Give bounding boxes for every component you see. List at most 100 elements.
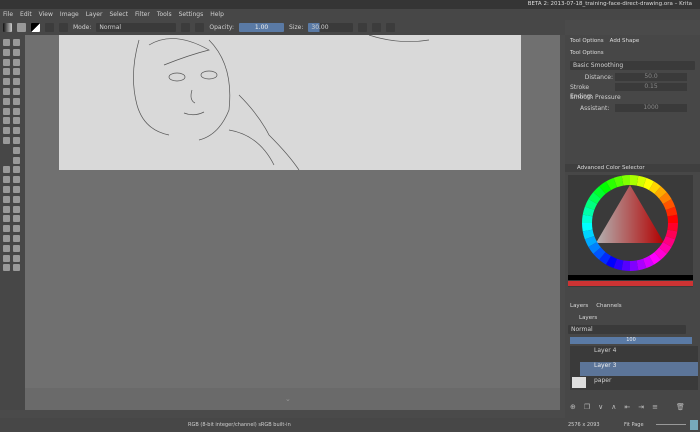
- tool-icon[interactable]: [13, 137, 20, 144]
- canvas-only-icon[interactable]: [690, 420, 698, 430]
- tool-icon[interactable]: [3, 108, 10, 115]
- smooth-pressure-checkbox[interactable]: Smooth Pressure: [570, 93, 695, 102]
- hue-segment[interactable]: [602, 186, 608, 190]
- tool-icon[interactable]: [13, 206, 20, 213]
- hue-segment[interactable]: [623, 265, 630, 266]
- horizontal-scrollbar[interactable]: ⌄: [25, 388, 560, 410]
- tool-icon[interactable]: [3, 117, 10, 124]
- tool-icon[interactable]: [13, 98, 20, 105]
- tool-icon[interactable]: [13, 147, 20, 154]
- hue-segment[interactable]: [602, 256, 608, 260]
- menu-help[interactable]: Help: [210, 9, 224, 20]
- tool-icon[interactable]: [13, 88, 20, 95]
- tool-icon[interactable]: [3, 127, 10, 134]
- hue-segment[interactable]: [645, 260, 652, 263]
- tool-icon[interactable]: [3, 39, 10, 46]
- hue-segment[interactable]: [597, 190, 602, 195]
- zoom-mode-select[interactable]: Fit Page: [624, 418, 644, 432]
- tool-icon[interactable]: [13, 255, 20, 262]
- hue-segment[interactable]: [652, 256, 658, 260]
- tool-icon[interactable]: [13, 245, 20, 252]
- hue-segment[interactable]: [630, 265, 637, 266]
- hue-segment[interactable]: [588, 230, 590, 237]
- tool-icon[interactable]: [13, 264, 20, 271]
- hue-segment[interactable]: [588, 208, 590, 215]
- tool-icon[interactable]: [13, 186, 20, 193]
- tool-icon[interactable]: [13, 78, 20, 85]
- hue-segment[interactable]: [658, 251, 663, 256]
- tool-icon[interactable]: [3, 49, 10, 56]
- hue-segment[interactable]: [593, 195, 597, 201]
- mirror-horizontal-icon[interactable]: [358, 23, 367, 32]
- hue-segment[interactable]: [670, 208, 672, 215]
- tool-icon[interactable]: [13, 49, 20, 56]
- hue-segment[interactable]: [597, 251, 602, 256]
- tool-icon[interactable]: [13, 225, 20, 232]
- menu-file[interactable]: File: [3, 9, 13, 20]
- layer-opacity-slider[interactable]: 100: [570, 337, 692, 344]
- brush-preset-icon[interactable]: [45, 23, 54, 32]
- tool-icon[interactable]: [3, 225, 10, 232]
- tool-icon[interactable]: [3, 206, 10, 213]
- menu-filter[interactable]: Filter: [135, 9, 150, 20]
- tool-icon[interactable]: [3, 176, 10, 183]
- hue-segment[interactable]: [663, 245, 667, 251]
- tool-icon[interactable]: [13, 68, 20, 75]
- hue-segment[interactable]: [615, 263, 622, 265]
- hue-segment[interactable]: [667, 202, 670, 209]
- tool-icon[interactable]: [3, 98, 10, 105]
- drawing-image[interactable]: [59, 35, 521, 170]
- tool-icon[interactable]: [13, 215, 20, 222]
- grid-icon[interactable]: [59, 23, 68, 32]
- tool-icon[interactable]: [3, 166, 10, 173]
- menu-tools[interactable]: Tools: [157, 9, 172, 20]
- tool-icon[interactable]: [13, 235, 20, 242]
- zoom-slider[interactable]: [656, 424, 686, 425]
- hue-segment[interactable]: [615, 181, 622, 183]
- tool-icon[interactable]: [3, 78, 10, 85]
- tab-add-shape[interactable]: Add Shape: [610, 38, 640, 44]
- hue-segment[interactable]: [670, 230, 672, 237]
- tab-channels[interactable]: Channels: [596, 303, 621, 309]
- tool-icon[interactable]: [13, 166, 20, 173]
- menu-settings[interactable]: Settings: [179, 9, 204, 20]
- tool-icon[interactable]: [13, 176, 20, 183]
- tool-icon[interactable]: [13, 127, 20, 134]
- add-layer-icon[interactable]: ⊕: [570, 403, 576, 411]
- hue-segment[interactable]: [587, 216, 588, 223]
- tool-icon[interactable]: [3, 59, 10, 66]
- tool-icon[interactable]: [3, 137, 10, 144]
- hue-segment[interactable]: [590, 202, 593, 209]
- eraser-mode-icon[interactable]: [181, 23, 190, 32]
- layer-item[interactable]: paper: [570, 377, 698, 390]
- hue-segment[interactable]: [672, 223, 673, 230]
- hue-segment[interactable]: [609, 260, 616, 263]
- layer-blend-mode-select[interactable]: Normal: [568, 325, 686, 334]
- tool-icon[interactable]: [13, 108, 20, 115]
- delete-layer-icon[interactable]: 🗑: [676, 403, 685, 411]
- menu-image[interactable]: Image: [60, 9, 79, 20]
- tool-icon[interactable]: [3, 68, 10, 75]
- move-up-icon[interactable]: ∧: [611, 403, 616, 411]
- tool-icon[interactable]: [3, 264, 10, 271]
- indent-icon[interactable]: ⇤: [624, 403, 630, 411]
- hue-segment[interactable]: [652, 186, 658, 190]
- move-down-icon[interactable]: ∨: [598, 403, 603, 411]
- menu-layer[interactable]: Layer: [86, 9, 103, 20]
- hue-segment[interactable]: [623, 180, 630, 181]
- smoothing-select[interactable]: Basic Smoothing: [570, 61, 695, 70]
- stroke-ending-input[interactable]: 0.15: [615, 83, 687, 91]
- hue-segment[interactable]: [593, 245, 597, 251]
- layer-item-selected[interactable]: Layer 3: [580, 362, 698, 376]
- hue-segment[interactable]: [645, 183, 652, 186]
- hue-segment[interactable]: [630, 180, 637, 181]
- color-selector[interactable]: (function(){var g=document.getElementByI…: [568, 175, 693, 287]
- fg-bg-color-icon[interactable]: [31, 23, 40, 32]
- tool-icon[interactable]: [3, 215, 10, 222]
- canvas-area[interactable]: [25, 35, 560, 390]
- opacity-input[interactable]: 1.00: [239, 23, 284, 32]
- properties-icon[interactable]: ≡: [652, 403, 658, 411]
- hue-segment[interactable]: [667, 238, 670, 245]
- blend-mode-select[interactable]: Normal: [96, 23, 176, 32]
- tool-icon[interactable]: [3, 255, 10, 262]
